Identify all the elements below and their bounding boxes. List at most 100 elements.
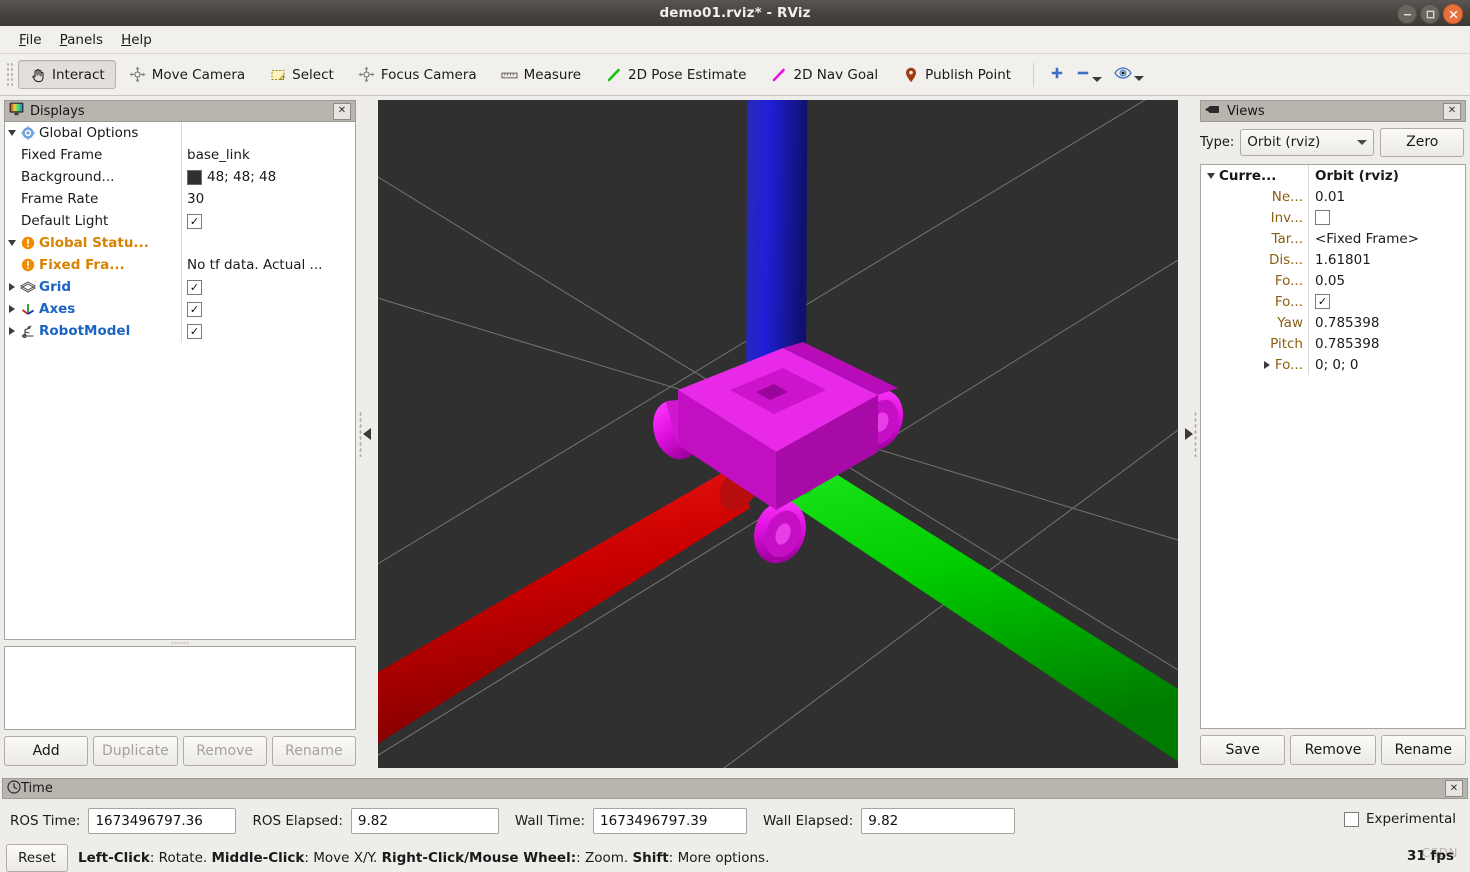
grid-enabled-checkbox[interactable]: ✓ (187, 279, 202, 295)
table-row[interactable]: Global Options (5, 122, 355, 144)
display-properties-pane (4, 646, 356, 730)
left-splitter-handle[interactable] (356, 100, 378, 768)
view-value-focal-point[interactable]: 0; 0; 0 (1309, 357, 1465, 373)
tool-focus-camera[interactable]: Focus Camera (347, 60, 488, 89)
view-value-target-frame[interactable]: <Fixed Frame> (1309, 231, 1465, 247)
table-row[interactable]: Ne... 0.01 (1201, 186, 1465, 207)
3d-render-viewport[interactable] (378, 100, 1178, 768)
ros-time-input[interactable]: 1673496797.36 (88, 808, 237, 834)
display-label-axes: Axes (39, 301, 76, 317)
view-type-select[interactable]: Orbit (rviz) (1240, 128, 1375, 156)
chevron-down-icon-2[interactable] (1134, 75, 1145, 81)
view-key-focal-point: Fo... (1274, 356, 1303, 373)
tool-measure[interactable]: Measure (490, 60, 592, 89)
table-row[interactable]: Global Statu... (5, 232, 355, 254)
tool-2d-pose-estimate[interactable]: 2D Pose Estimate (594, 60, 757, 89)
table-row[interactable]: Fixed Fra... No tf data. Actual ... (5, 254, 355, 276)
expand-toggle[interactable] (5, 130, 19, 136)
views-close-icon[interactable]: ✕ (1443, 102, 1461, 120)
views-tree[interactable]: Curre... Orbit (rviz) Ne... 0.01 Inv... … (1200, 164, 1466, 729)
tool-visibility-button[interactable] (1108, 63, 1150, 87)
add-tool-button[interactable] (1044, 62, 1070, 88)
display-label-frame-rate: Frame Rate (21, 191, 99, 207)
table-row[interactable]: Frame Rate 30 (5, 188, 355, 210)
move-camera-icon (129, 66, 146, 83)
tool-interact[interactable]: Interact (18, 60, 116, 89)
table-row[interactable]: Default Light ✓ (5, 210, 355, 232)
table-row[interactable]: Tar... <Fixed Frame> (1201, 228, 1465, 249)
wall-time-input[interactable]: 1673496797.39 (593, 808, 748, 834)
reset-button[interactable]: Reset (6, 844, 68, 872)
gear-icon (19, 126, 37, 140)
tool-publish-point[interactable]: Publish Point (891, 60, 1022, 89)
view-value-focal-shape-size[interactable]: 0.05 (1309, 273, 1465, 289)
view-value-near-clip[interactable]: 0.01 (1309, 189, 1465, 205)
save-view-button[interactable]: Save (1200, 735, 1286, 765)
chevron-down-icon (1357, 139, 1368, 145)
displays-tree[interactable]: Global Options Fixed Frame base_link Bac… (4, 122, 356, 640)
table-row[interactable]: RobotModel ✓ (5, 320, 355, 342)
axes-enabled-checkbox[interactable]: ✓ (187, 301, 202, 317)
magenta-arrow-icon (771, 66, 788, 83)
expand-toggle[interactable] (1259, 360, 1275, 369)
focal-shape-fixed-checkbox[interactable]: ✓ (1315, 294, 1330, 309)
expand-toggle[interactable] (5, 305, 19, 313)
expand-toggle[interactable] (5, 283, 19, 291)
menu-panels[interactable]: Panels (51, 29, 112, 51)
view-value-current: Orbit (rviz) (1315, 167, 1399, 184)
view-value-pitch[interactable]: 0.785398 (1309, 336, 1465, 352)
display-value (182, 232, 355, 254)
expand-toggle[interactable] (5, 327, 19, 335)
time-close-icon[interactable]: ✕ (1445, 780, 1463, 797)
table-row[interactable]: Background... 48; 48; 48 (5, 166, 355, 188)
experimental-checkbox[interactable] (1343, 811, 1359, 827)
collapse-right-arrow-icon[interactable] (1185, 428, 1193, 440)
table-row[interactable]: Pitch 0.785398 (1201, 333, 1465, 354)
table-row[interactable]: Fo... ✓ (1201, 291, 1465, 312)
display-value-fixed-frame[interactable]: base_link (182, 144, 355, 166)
invert-z-checkbox[interactable] (1315, 210, 1330, 225)
table-row[interactable]: Curre... Orbit (rviz) (1201, 165, 1465, 186)
tool-2d-nav-goal[interactable]: 2D Nav Goal (760, 60, 890, 89)
close-icon[interactable] (1443, 4, 1463, 24)
expand-toggle[interactable] (1203, 172, 1219, 179)
view-value-distance[interactable]: 1.61801 (1309, 252, 1465, 268)
toolbar-grip[interactable] (6, 61, 14, 88)
display-value-frame-rate[interactable]: 30 (182, 188, 355, 210)
table-row[interactable]: Dis... 1.61801 (1201, 249, 1465, 270)
expand-toggle[interactable] (5, 240, 19, 246)
zero-button[interactable]: Zero (1380, 127, 1465, 157)
collapse-left-arrow-icon[interactable] (363, 428, 371, 440)
rename-view-button[interactable]: Rename (1380, 735, 1466, 765)
table-row[interactable]: Inv... (1201, 207, 1465, 228)
menu-help[interactable]: Help (112, 29, 161, 51)
add-display-button[interactable]: Add (4, 736, 89, 766)
default-light-checkbox[interactable]: ✓ (187, 213, 202, 229)
remove-view-button[interactable]: Remove (1290, 735, 1376, 765)
table-row[interactable]: Yaw 0.785398 (1201, 312, 1465, 333)
tool-move-camera[interactable]: Move Camera (118, 60, 256, 89)
right-splitter-handle[interactable] (1178, 100, 1200, 768)
table-row[interactable]: Fo... 0.05 (1201, 270, 1465, 291)
time-panel-header: Time ✕ (2, 778, 1468, 799)
menu-file[interactable]: File (10, 29, 51, 51)
displays-close-icon[interactable]: ✕ (333, 102, 351, 120)
table-row[interactable]: Fixed Frame base_link (5, 144, 355, 166)
display-label-default-light: Default Light (21, 213, 109, 229)
view-key-target-frame: Tar... (1201, 228, 1309, 249)
color-swatch[interactable] (187, 169, 202, 185)
maximize-icon[interactable] (1420, 4, 1440, 24)
view-value-yaw[interactable]: 0.785398 (1309, 315, 1465, 331)
robotmodel-enabled-checkbox[interactable]: ✓ (187, 323, 202, 339)
table-row[interactable]: Axes ✓ (5, 298, 355, 320)
displays-button-row: Add Duplicate Remove Rename (4, 736, 356, 766)
display-value-background-color-cell[interactable]: 48; 48; 48 (182, 166, 355, 188)
remove-tool-button[interactable] (1070, 62, 1108, 88)
chevron-down-icon[interactable] (1092, 76, 1103, 82)
table-row[interactable]: Grid ✓ (5, 276, 355, 298)
table-row[interactable]: Fo... 0; 0; 0 (1201, 354, 1465, 375)
tool-select[interactable]: Select (258, 60, 345, 89)
wall-elapsed-input[interactable]: 9.82 (861, 808, 1016, 834)
minimize-icon[interactable] (1397, 4, 1417, 24)
ros-elapsed-input[interactable]: 9.82 (350, 808, 499, 834)
